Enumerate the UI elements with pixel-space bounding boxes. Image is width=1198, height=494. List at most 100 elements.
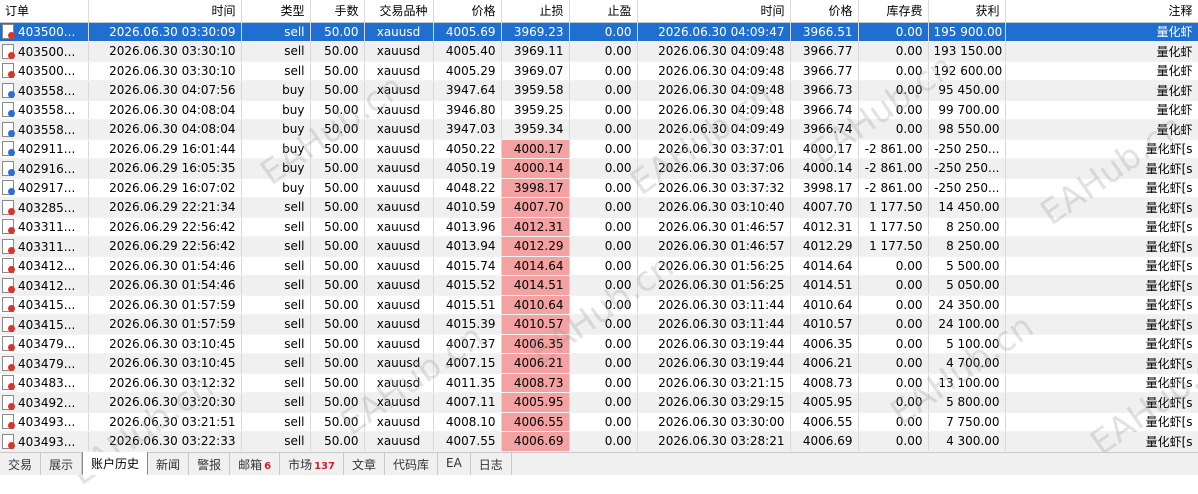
take-profit-cell: 0.00 bbox=[569, 431, 638, 452]
stop-loss-cell: 3998.17 bbox=[501, 178, 570, 198]
profit-cell: 7 750.00 bbox=[928, 412, 1006, 432]
tab-8[interactable]: 代码库 bbox=[385, 453, 438, 475]
table-row[interactable]: 402917... 2026.06.29 16:07:02 buy 50.00 xauu… bbox=[0, 178, 1198, 198]
order-cell: 403493... bbox=[0, 431, 89, 452]
table-row[interactable]: 403493... 2026.06.30 03:22:33 sell 50.00 xau… bbox=[0, 431, 1198, 452]
col-symbol-header[interactable]: 交易品种 bbox=[364, 0, 434, 23]
col-lots-header[interactable]: 手数 bbox=[310, 0, 365, 23]
col-comment-header[interactable]: 注释 bbox=[1005, 0, 1198, 23]
order-cell: 402911... bbox=[0, 139, 89, 159]
tab-7[interactable]: 文章 bbox=[344, 453, 385, 475]
swap-cell: 0.00 bbox=[858, 412, 929, 432]
table-row[interactable]: 403558... 2026.06.30 04:08:04 buy 50.00 xauu… bbox=[0, 119, 1198, 140]
open-time-cell: 2026.06.30 03:22:33 bbox=[88, 431, 242, 452]
tab-label: 市场 bbox=[288, 458, 313, 472]
close-price-cell: 3966.74 bbox=[790, 100, 859, 120]
order-id: 403493... bbox=[18, 434, 76, 449]
order-id: 403412... bbox=[18, 278, 76, 293]
table-row[interactable]: 403415... 2026.06.30 01:57:59 sell 50.00 xau… bbox=[0, 295, 1198, 315]
col-price-header[interactable]: 价格 bbox=[433, 0, 502, 23]
col-close-price-header[interactable]: 价格 bbox=[790, 0, 859, 23]
tab-label: 邮箱 bbox=[238, 458, 263, 472]
stop-loss-cell: 3969.07 bbox=[501, 61, 570, 81]
table-row[interactable]: 403415... 2026.06.30 01:57:59 sell 50.00 xau… bbox=[0, 314, 1198, 335]
profit-cell: 24 100.00 bbox=[928, 314, 1006, 335]
order-cell: 403493... bbox=[0, 412, 89, 432]
price-cell: 3946.80 bbox=[433, 100, 502, 120]
table-row[interactable]: 403500... 2026.06.30 03:30:09 sell 50.00 xau… bbox=[0, 22, 1198, 42]
tab-0[interactable]: 交易 bbox=[0, 453, 42, 475]
col-order-header[interactable]: 订单 bbox=[0, 0, 89, 23]
close-price-cell: 4006.69 bbox=[790, 431, 859, 452]
comment-cell: 量化虾[s bbox=[1005, 158, 1198, 179]
table-row[interactable]: 403412... 2026.06.30 01:54:46 sell 50.00 xau… bbox=[0, 275, 1198, 296]
symbol-cell: xauusd bbox=[364, 61, 434, 81]
stop-loss-cell: 4000.17 bbox=[501, 139, 570, 159]
comment-cell: 量化虾 bbox=[1005, 100, 1198, 120]
table-row[interactable]: 403479... 2026.06.30 03:10:45 sell 50.00 xau… bbox=[0, 334, 1198, 354]
col-stop-loss-header[interactable]: 止损 bbox=[501, 0, 570, 23]
sell-order-icon bbox=[2, 433, 15, 449]
table-row[interactable]: 403492... 2026.06.30 03:20:30 sell 50.00 xau… bbox=[0, 392, 1198, 413]
symbol-cell: xauusd bbox=[364, 314, 434, 335]
open-time-cell: 2026.06.30 03:20:30 bbox=[88, 392, 242, 413]
profit-cell: 4 700.00 bbox=[928, 353, 1006, 374]
lots-cell: 50.00 bbox=[310, 61, 365, 81]
close-time-cell: 2026.06.30 03:30:00 bbox=[637, 412, 791, 432]
order-id: 402917... bbox=[18, 181, 76, 196]
table-row[interactable]: 403412... 2026.06.30 01:54:46 sell 50.00 xau… bbox=[0, 256, 1198, 276]
table-row[interactable]: 403500... 2026.06.30 03:30:10 sell 50.00 xau… bbox=[0, 61, 1198, 81]
tab-2[interactable]: 账户历史 bbox=[82, 452, 149, 475]
tab-9[interactable]: EA bbox=[438, 453, 471, 475]
stop-loss-cell: 3959.58 bbox=[501, 80, 570, 101]
table-row[interactable]: 403493... 2026.06.30 03:21:51 sell 50.00 xau… bbox=[0, 412, 1198, 432]
tab-label: 日志 bbox=[478, 458, 503, 472]
table-row[interactable]: 403483... 2026.06.30 03:12:32 sell 50.00 xau… bbox=[0, 373, 1198, 393]
tab-4[interactable]: 警报 bbox=[189, 453, 231, 475]
col-swap-header[interactable]: 库存费 bbox=[858, 0, 929, 23]
table-row[interactable]: 403311... 2026.06.29 22:56:42 sell 50.00 xau… bbox=[0, 236, 1198, 257]
sell-order-icon bbox=[2, 63, 15, 79]
lots-cell: 50.00 bbox=[310, 119, 365, 140]
table-row[interactable]: 403558... 2026.06.30 04:08:04 buy 50.00 xauu… bbox=[0, 100, 1198, 120]
table-row[interactable]: 403479... 2026.06.30 03:10:45 sell 50.00 xau… bbox=[0, 353, 1198, 374]
swap-cell: 0.00 bbox=[858, 61, 929, 81]
profit-cell: 5 050.00 bbox=[928, 275, 1006, 296]
price-cell: 4015.51 bbox=[433, 295, 502, 315]
profit-cell: 24 350.00 bbox=[928, 295, 1006, 315]
tab-5[interactable]: 邮箱 6 bbox=[230, 453, 281, 475]
col-close-time-header[interactable]: 时间 bbox=[637, 0, 791, 23]
table-row[interactable]: 403311... 2026.06.29 22:56:42 sell 50.00 xau… bbox=[0, 217, 1198, 237]
symbol-cell: xauusd bbox=[364, 80, 434, 101]
table-row[interactable]: 402916... 2026.06.29 16:05:35 buy 50.00 xauu… bbox=[0, 158, 1198, 179]
order-cell: 403500... bbox=[0, 41, 89, 62]
tab-3[interactable]: 新闻 bbox=[148, 453, 190, 475]
col-profit-header[interactable]: 获利 bbox=[928, 0, 1006, 23]
tab-10[interactable]: 日志 bbox=[471, 453, 512, 475]
order-id: 402911... bbox=[18, 142, 76, 157]
symbol-cell: xauusd bbox=[364, 236, 434, 257]
symbol-cell: xauusd bbox=[364, 275, 434, 296]
open-time-cell: 2026.06.29 22:21:34 bbox=[88, 197, 242, 218]
comment-cell: 量化虾[s bbox=[1005, 392, 1198, 413]
order-id: 403500... bbox=[18, 25, 76, 40]
close-time-cell: 2026.06.30 04:09:48 bbox=[637, 80, 791, 101]
tab-1[interactable]: 展示 bbox=[41, 453, 83, 475]
table-row[interactable]: 403285... 2026.06.29 22:21:34 sell 50.00 xau… bbox=[0, 197, 1198, 218]
order-id: 403558... bbox=[18, 122, 76, 137]
table-row[interactable]: 402911... 2026.06.29 16:01:44 buy 50.00 xauu… bbox=[0, 139, 1198, 159]
col-type-header[interactable]: 类型 bbox=[241, 0, 311, 23]
close-price-cell: 4006.21 bbox=[790, 353, 859, 374]
tab-6[interactable]: 市场 137 bbox=[280, 453, 344, 475]
col-open-time-header[interactable]: 时间 bbox=[88, 0, 242, 23]
price-cell: 4050.22 bbox=[433, 139, 502, 159]
profit-cell: 8 250.00 bbox=[928, 217, 1006, 237]
open-time-cell: 2026.06.30 04:07:56 bbox=[88, 80, 242, 101]
stop-loss-cell: 4008.73 bbox=[501, 373, 570, 393]
table-row[interactable]: 403558... 2026.06.30 04:07:56 buy 50.00 xauu… bbox=[0, 80, 1198, 101]
swap-cell: 0.00 bbox=[858, 22, 929, 42]
tab-count-badge: 6 bbox=[264, 461, 272, 472]
open-time-cell: 2026.06.30 03:30:09 bbox=[88, 22, 242, 42]
table-row[interactable]: 403500... 2026.06.30 03:30:10 sell 50.00 xau… bbox=[0, 41, 1198, 62]
col-take-profit-header[interactable]: 止盈 bbox=[569, 0, 638, 23]
